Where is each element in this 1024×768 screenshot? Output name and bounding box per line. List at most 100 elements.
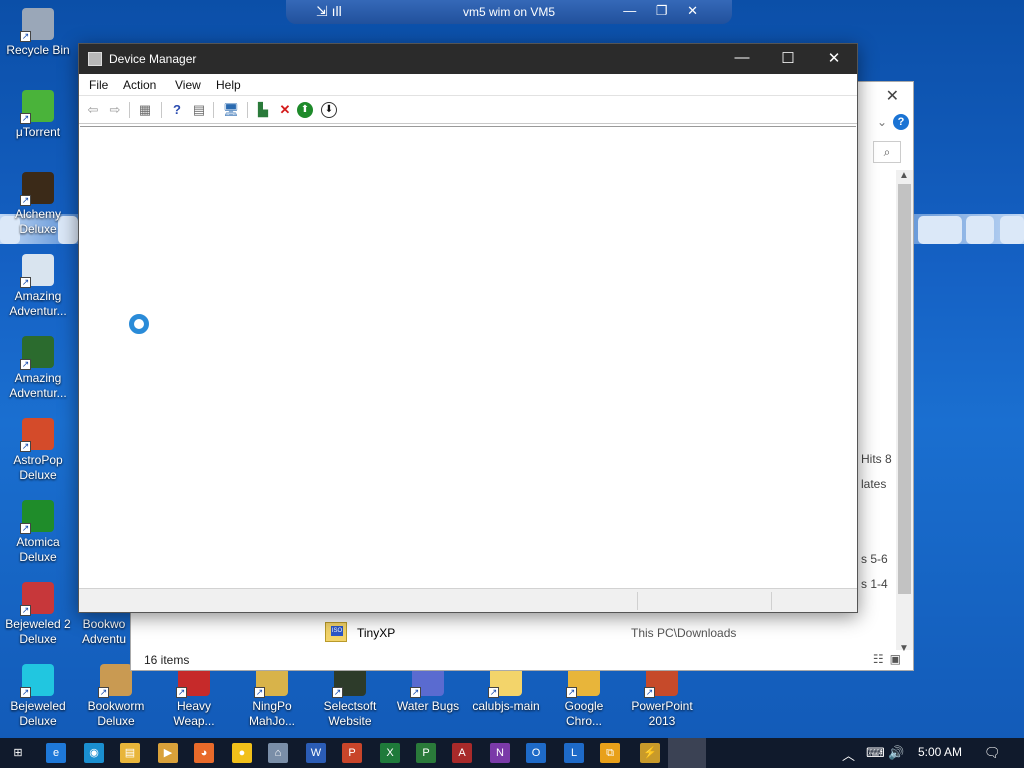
desktop-icon-label: Bookworm Deluxe xyxy=(87,699,145,728)
desktop-icon[interactable]: ↗ Amazing Adventur... xyxy=(0,254,76,319)
outlook-icon[interactable]: O xyxy=(526,743,546,763)
atomica-icon: ↗ xyxy=(20,500,54,534)
enable-device-icon[interactable]: ⬆ xyxy=(297,102,313,118)
desktop-icon[interactable]: ↗ Selectsoft Website xyxy=(312,664,388,729)
remote-bar-controls[interactable]: — ❐ ✕ xyxy=(623,3,706,19)
astropop-icon: ↗ xyxy=(20,418,54,452)
desktop-icon-label: Selectsoft Website xyxy=(323,699,377,728)
shortcut-arrow-icon: ↗ xyxy=(566,687,577,698)
onenote-icon[interactable]: N xyxy=(490,743,510,763)
desktop-icon-label: Atomica Deluxe xyxy=(16,535,60,564)
desktop-icon-label: μTorrent xyxy=(15,125,61,139)
help-icon[interactable]: ? xyxy=(167,100,187,120)
toolbar-separator xyxy=(213,102,214,118)
network-icon[interactable]: ⌂ xyxy=(268,743,288,763)
menu-file[interactable]: File xyxy=(89,78,108,92)
back-arrow-icon[interactable]: ⇦ xyxy=(83,100,103,120)
show-hide-console-icon[interactable]: ▦ xyxy=(135,100,155,120)
scan-hardware-icon[interactable]: 🖥 xyxy=(221,100,241,120)
windows-icon[interactable]: ⧉ xyxy=(600,743,620,763)
device-manager-window[interactable]: Device Manager — ☐ ✕ File Action View He… xyxy=(78,43,858,613)
file-location: This PC\Downloads xyxy=(631,626,737,640)
shortcut-arrow-icon: ↗ xyxy=(20,277,31,288)
menu-help[interactable]: Help xyxy=(216,78,241,92)
maximize-button[interactable]: ☐ xyxy=(765,49,811,67)
toolbar: ⇦ ⇨ ▦ ? ▤ 🖥 ▙ ✕ ⬆ ⬇ xyxy=(79,96,857,124)
taskbar: ⊞ e ◉ ▤ ▶ ◕ ● ⌂ W P X P A N O L ⧉ ⚡ ︿ ⌨ 🔊 5:00 AM 🗨 xyxy=(0,738,1024,768)
start-icon[interactable]: ⊞ xyxy=(8,743,28,763)
desktop-icon[interactable]: ↗ Water Bugs xyxy=(390,664,466,714)
file-name[interactable]: TinyXP xyxy=(357,626,395,640)
desktop-icon[interactable]: ↗ calubjs-main xyxy=(468,664,544,714)
desktop-icon[interactable]: ↗ μTorrent xyxy=(0,90,76,140)
wallpaper-tile xyxy=(966,216,994,244)
access-icon[interactable]: A xyxy=(452,743,472,763)
desktop-icon-label: Amazing Adventur... xyxy=(9,371,67,400)
iso-file-icon: ISO xyxy=(325,622,347,642)
powerpoint-taskbar-icon[interactable]: P xyxy=(342,743,362,763)
remote-connection-bar: ⇲ ıll vm5 wim on VM5 — ❐ ✕ xyxy=(286,0,732,24)
properties-icon[interactable]: ▤ xyxy=(189,100,209,120)
tray-overflow-icon[interactable]: ︿ xyxy=(842,745,855,764)
shortcut-arrow-icon: ↗ xyxy=(644,687,655,698)
search-icon[interactable]: ⌕ xyxy=(873,141,901,163)
shortcut-arrow-icon: ↗ xyxy=(98,687,109,698)
desktop-icon[interactable]: ↗ Alchemy Deluxe xyxy=(0,172,76,237)
desktop-icon[interactable]: ↗ Bookworm Deluxe xyxy=(78,664,154,729)
close-icon[interactable]: ✕ xyxy=(886,86,899,106)
toolbar-separator xyxy=(247,102,248,118)
desktop-icon[interactable]: ↗ Recycle Bin xyxy=(0,8,76,58)
desktop-icon-label: PowerPoint 2013 xyxy=(631,699,693,728)
chevron-down-icon[interactable]: ⌄ xyxy=(877,115,887,129)
help-icon[interactable]: ? xyxy=(893,114,909,130)
vertical-scrollbar[interactable]: ▲ ▼ xyxy=(896,170,913,654)
partial-column-text: s 1-4 xyxy=(861,577,888,591)
uninstall-icon[interactable]: ✕ xyxy=(275,100,295,120)
active-task-indicator[interactable] xyxy=(668,738,706,768)
edge-icon[interactable]: e xyxy=(46,743,66,763)
desktop-icon[interactable]: ↗ Bejeweled 2 Deluxe xyxy=(0,582,76,647)
excel-icon[interactable]: X xyxy=(380,743,400,763)
store-icon[interactable]: ◉ xyxy=(84,743,104,763)
desktop-icon[interactable]: ↗ Atomica Deluxe xyxy=(0,500,76,565)
firefox-icon[interactable]: ◕ xyxy=(194,743,214,763)
project-icon[interactable]: P xyxy=(416,743,436,763)
forward-arrow-icon[interactable]: ⇨ xyxy=(105,100,125,120)
shortcut-arrow-icon: ↗ xyxy=(254,687,265,698)
desktop-icon[interactable]: ↗ Heavy Weap... xyxy=(156,664,232,729)
desktop-icon[interactable]: ↗ PowerPoint 2013 xyxy=(624,664,700,729)
menu-action[interactable]: Action xyxy=(123,78,156,92)
wallpaper-tile xyxy=(934,216,962,244)
desktop-icon[interactable]: ↗ Amazing Adventur... xyxy=(0,336,76,401)
menu-view[interactable]: View xyxy=(175,78,201,92)
disable-device-icon[interactable]: ⬇ xyxy=(321,102,337,118)
file-explorer-icon[interactable]: ▤ xyxy=(120,743,140,763)
lync-icon[interactable]: L xyxy=(564,743,584,763)
utorrent-icon: ↗ xyxy=(20,90,54,124)
desktop-icon[interactable]: ↗ Google Chro... xyxy=(546,664,622,729)
scrollbar-thumb[interactable] xyxy=(898,184,911,594)
tool-icon[interactable]: ⚡ xyxy=(640,743,660,763)
desktop-icon[interactable]: ↗ AstroPop Deluxe xyxy=(0,418,76,483)
device-tree-pane[interactable] xyxy=(80,126,856,589)
desktop-icon-label: Bookwo Adventu xyxy=(81,617,127,646)
chrome-taskbar-icon[interactable]: ● xyxy=(232,743,252,763)
amazing-adventures-icon: ↗ xyxy=(20,254,54,288)
media-icon[interactable]: ▶ xyxy=(158,743,178,763)
desktop-icon[interactable]: ↗ NingPo MahJo... xyxy=(234,664,310,729)
clock[interactable]: 5:00 AM xyxy=(918,745,962,759)
view-toggle-icons[interactable]: ☷▣ xyxy=(873,652,907,666)
minimize-button[interactable]: — xyxy=(719,49,765,66)
notifications-icon[interactable]: 🗨 xyxy=(984,745,1001,761)
network-status-icon[interactable]: ⌨ xyxy=(866,745,885,761)
volume-icon[interactable]: 🔊 xyxy=(888,745,904,761)
update-driver-icon[interactable]: ▙ xyxy=(253,100,273,120)
desktop-icon-label: Alchemy Deluxe xyxy=(14,207,61,236)
title-bar[interactable]: Device Manager — ☐ ✕ xyxy=(79,44,857,74)
shortcut-arrow-icon: ↗ xyxy=(20,195,31,206)
scroll-up-icon[interactable]: ▲ xyxy=(899,170,909,181)
close-button[interactable]: ✕ xyxy=(811,49,857,67)
desktop-icon[interactable]: ↗ Bejeweled Deluxe xyxy=(0,664,76,729)
word-icon[interactable]: W xyxy=(306,743,326,763)
shortcut-arrow-icon: ↗ xyxy=(20,113,31,124)
